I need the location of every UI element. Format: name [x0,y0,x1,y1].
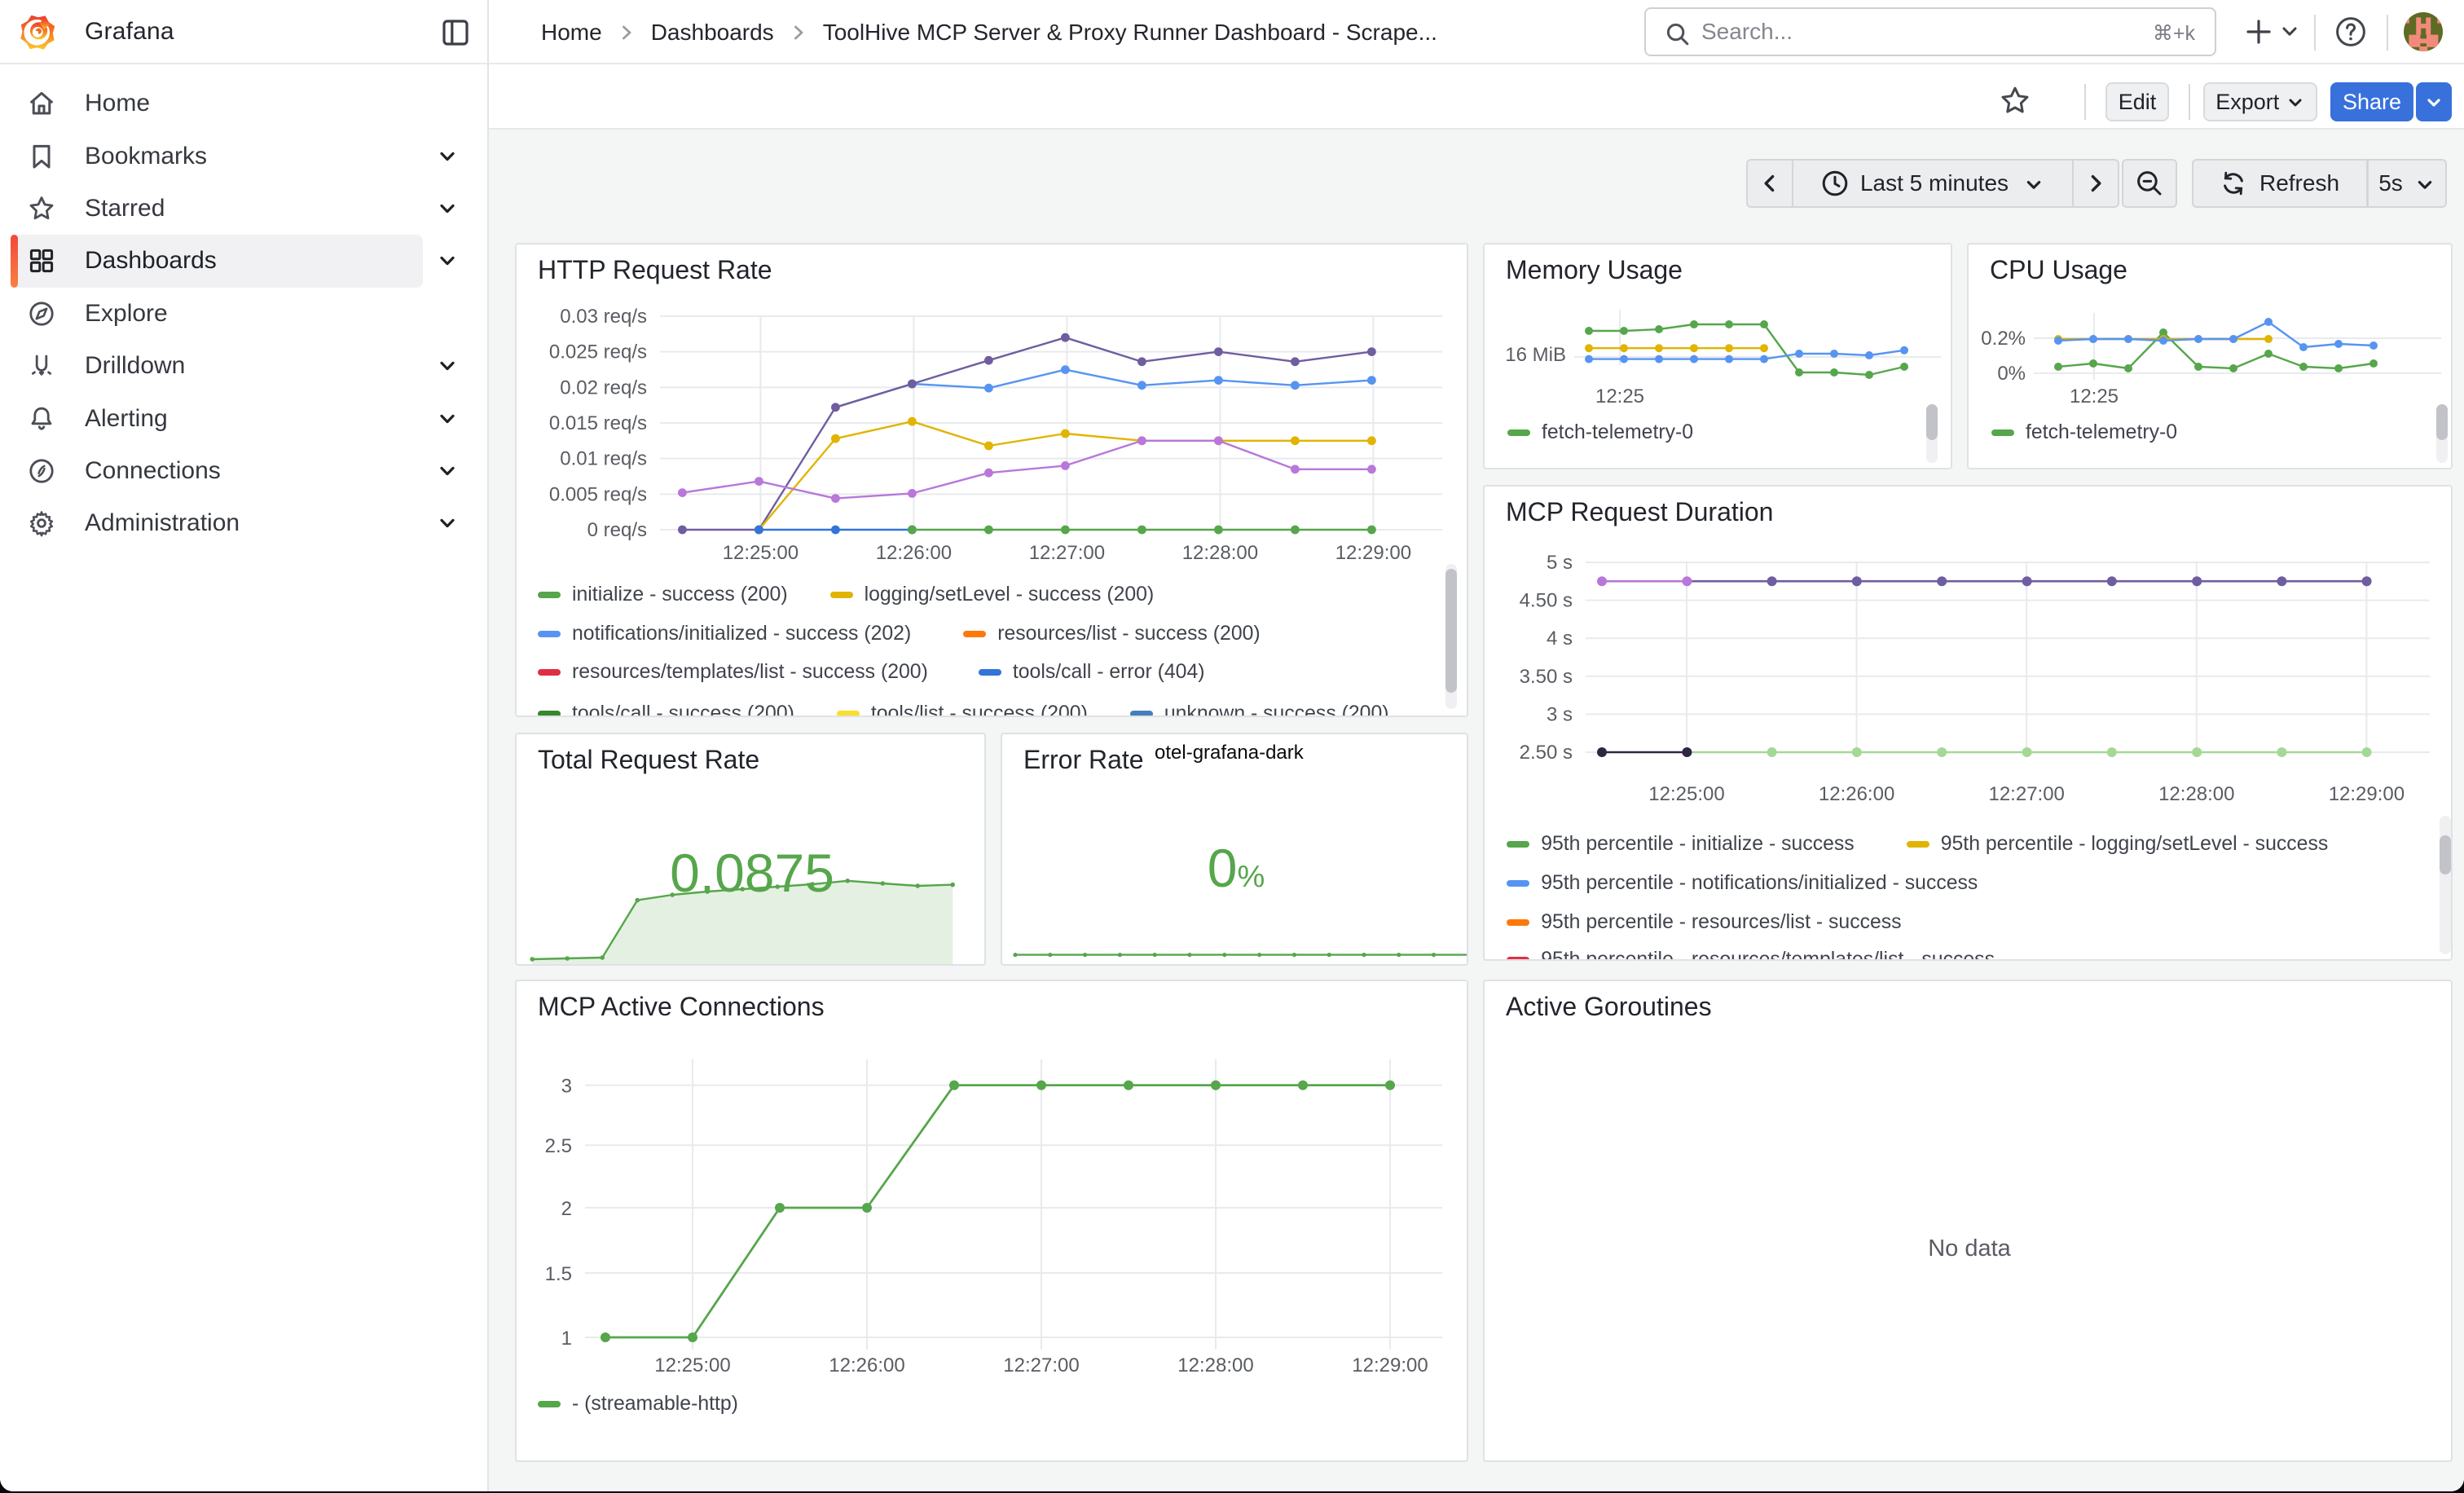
svg-text:5 s: 5 s [1547,552,1573,574]
svg-text:3 s: 3 s [1547,703,1573,725]
svg-text:16 MiB: 16 MiB [1505,344,1566,366]
svg-text:0 req/s: 0 req/s [587,519,647,541]
svg-text:2.5: 2.5 [545,1135,572,1157]
svg-text:0%: 0% [1997,363,2026,385]
svg-text:12:26:00: 12:26:00 [829,1354,904,1376]
svg-text:12:27:00: 12:27:00 [1988,783,2064,805]
svg-text:12:28:00: 12:28:00 [1182,542,1258,564]
svg-text:2: 2 [561,1198,572,1220]
svg-text:0.2%: 0.2% [1981,328,2026,350]
svg-text:12:25: 12:25 [1595,385,1644,407]
svg-text:0.025 req/s: 0.025 req/s [549,341,647,363]
svg-text:12:27:00: 12:27:00 [1029,542,1105,564]
svg-text:3: 3 [561,1076,572,1098]
svg-text:12:25:00: 12:25:00 [1648,783,1724,805]
svg-text:12:27:00: 12:27:00 [1003,1354,1079,1376]
svg-text:12:29:00: 12:29:00 [1352,1354,1428,1376]
svg-text:12:29:00: 12:29:00 [1335,542,1411,564]
svg-text:4.50 s: 4.50 s [1520,590,1573,612]
svg-text:0.01 req/s: 0.01 req/s [560,448,647,470]
svg-text:3.50 s: 3.50 s [1520,666,1573,688]
svg-text:0.03 req/s: 0.03 req/s [560,306,647,328]
svg-text:0.015 req/s: 0.015 req/s [549,412,647,434]
svg-text:1: 1 [561,1328,572,1350]
svg-text:12:28:00: 12:28:00 [2158,783,2234,805]
svg-text:12:26:00: 12:26:00 [1819,783,1894,805]
svg-text:12:29:00: 12:29:00 [2329,783,2405,805]
svg-text:0.02 req/s: 0.02 req/s [560,377,647,399]
svg-text:0.005 req/s: 0.005 req/s [549,483,647,505]
svg-text:12:25:00: 12:25:00 [723,542,799,564]
svg-text:12:25:00: 12:25:00 [654,1354,730,1376]
svg-text:12:25: 12:25 [2070,385,2119,407]
svg-text:4 s: 4 s [1547,628,1573,650]
svg-text:12:28:00: 12:28:00 [1177,1354,1253,1376]
svg-text:2.50 s: 2.50 s [1520,742,1573,764]
svg-text:1.5: 1.5 [545,1263,572,1285]
svg-text:12:26:00: 12:26:00 [876,542,952,564]
